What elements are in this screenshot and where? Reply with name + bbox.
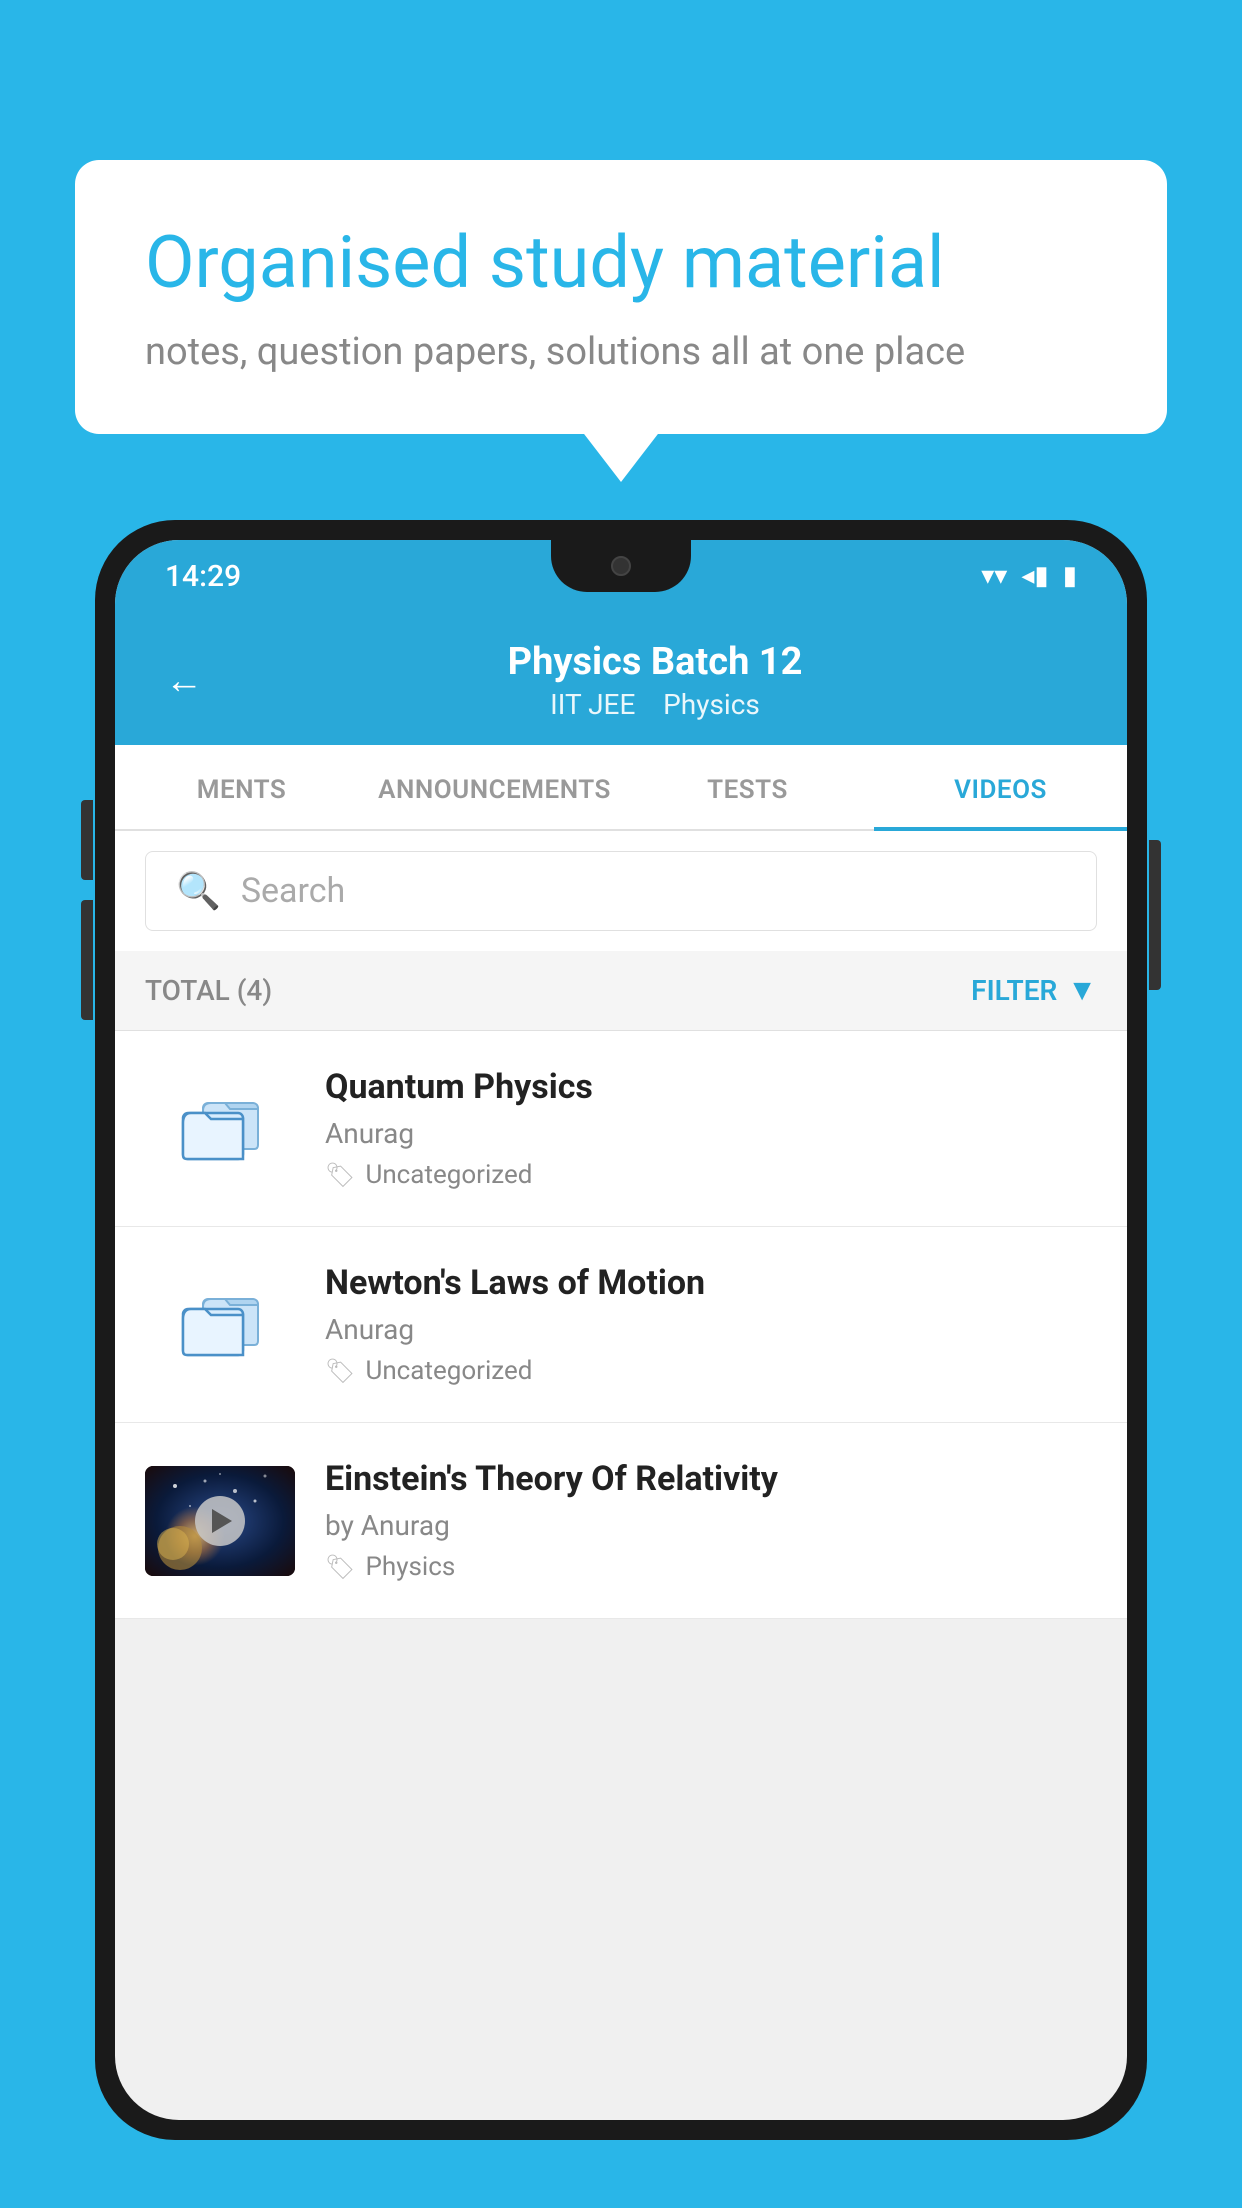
- folder-icon: [175, 1089, 265, 1169]
- search-bar-container: 🔍 Search: [115, 831, 1127, 951]
- folder-icon: [175, 1285, 265, 1365]
- list-item[interactable]: Newton's Laws of Motion Anurag 🏷 Uncateg…: [115, 1227, 1127, 1423]
- video-tag: 🏷 Physics: [325, 1552, 1097, 1582]
- search-placeholder: Search: [241, 871, 345, 911]
- folder-icon-container: [145, 1074, 295, 1184]
- video-thumbnail: [145, 1466, 295, 1576]
- tabs-bar: MENTS ANNOUNCEMENTS TESTS VIDEOS: [115, 745, 1127, 831]
- tag-icon: 🏷: [325, 1553, 355, 1581]
- app-header: ← Physics Batch 12 IIT JEE Physics: [115, 612, 1127, 745]
- side-button-power: [1149, 840, 1161, 990]
- video-info: Einstein's Theory Of Relativity by Anura…: [325, 1459, 1097, 1582]
- list-item[interactable]: Quantum Physics Anurag 🏷 Uncategorized: [115, 1031, 1127, 1227]
- speech-bubble: Organised study material notes, question…: [75, 160, 1167, 434]
- bubble-subtitle: notes, question papers, solutions all at…: [145, 330, 1097, 374]
- status-time: 14:29: [165, 559, 241, 594]
- search-bar[interactable]: 🔍 Search: [145, 851, 1097, 931]
- folder-icon-container: [145, 1270, 295, 1380]
- video-tag: 🏷 Uncategorized: [325, 1160, 1097, 1190]
- back-button[interactable]: ←: [165, 659, 203, 703]
- tag-text: Uncategorized: [365, 1160, 532, 1190]
- video-author: by Anurag: [325, 1509, 1097, 1542]
- video-author: Anurag: [325, 1117, 1097, 1150]
- phone-screen: 14:29 ▾▾ ◂▮ ▮ ← Physics Batch 12 IIT JEE: [115, 540, 1127, 2120]
- filter-row: TOTAL (4) FILTER ▼: [115, 951, 1127, 1031]
- tab-ments[interactable]: MENTS: [115, 745, 368, 829]
- tag-icon: 🏷: [325, 1357, 355, 1385]
- wifi-icon: ▾▾: [981, 561, 1007, 591]
- tab-announcements[interactable]: ANNOUNCEMENTS: [368, 745, 621, 829]
- phone-outer: 14:29 ▾▾ ◂▮ ▮ ← Physics Batch 12 IIT JEE: [95, 520, 1147, 2140]
- tab-tests[interactable]: TESTS: [621, 745, 874, 829]
- video-tag: 🏷 Uncategorized: [325, 1356, 1097, 1386]
- status-bar: 14:29 ▾▾ ◂▮ ▮: [115, 540, 1127, 612]
- search-icon: 🔍: [176, 870, 221, 912]
- phone-container: 14:29 ▾▾ ◂▮ ▮ ← Physics Batch 12 IIT JEE: [95, 520, 1147, 2208]
- total-count: TOTAL (4): [145, 974, 272, 1007]
- header-title: Physics Batch 12: [233, 640, 1077, 684]
- video-info: Quantum Physics Anurag 🏷 Uncategorized: [325, 1067, 1097, 1190]
- bubble-title: Organised study material: [145, 220, 1097, 306]
- filter-button[interactable]: FILTER ▼: [971, 973, 1097, 1008]
- list-item[interactable]: Einstein's Theory Of Relativity by Anura…: [115, 1423, 1127, 1619]
- subtitle-iit: IIT JEE: [550, 688, 635, 721]
- video-title: Einstein's Theory Of Relativity: [325, 1459, 1097, 1499]
- header-title-area: Physics Batch 12 IIT JEE Physics: [233, 640, 1077, 721]
- notch: [551, 540, 691, 592]
- tag-text: Uncategorized: [365, 1356, 532, 1386]
- play-triangle-icon: [212, 1509, 232, 1533]
- header-subtitle: IIT JEE Physics: [233, 688, 1077, 721]
- side-button-vol-up: [81, 800, 93, 880]
- subtitle-physics: Physics: [663, 688, 760, 721]
- video-list: Quantum Physics Anurag 🏷 Uncategorized: [115, 1031, 1127, 1619]
- play-button[interactable]: [195, 1496, 245, 1546]
- video-author: Anurag: [325, 1313, 1097, 1346]
- video-title: Quantum Physics: [325, 1067, 1097, 1107]
- video-title: Newton's Laws of Motion: [325, 1263, 1097, 1303]
- tag-icon: 🏷: [325, 1161, 355, 1189]
- status-icons: ▾▾ ◂▮ ▮: [981, 561, 1077, 591]
- battery-icon: ▮: [1063, 561, 1077, 591]
- video-info: Newton's Laws of Motion Anurag 🏷 Uncateg…: [325, 1263, 1097, 1386]
- tag-text: Physics: [365, 1552, 455, 1582]
- filter-icon: ▼: [1067, 973, 1097, 1008]
- signal-icon: ◂▮: [1021, 561, 1048, 591]
- camera-dot: [611, 556, 631, 576]
- tab-videos[interactable]: VIDEOS: [874, 745, 1127, 829]
- side-button-vol-down: [81, 900, 93, 1020]
